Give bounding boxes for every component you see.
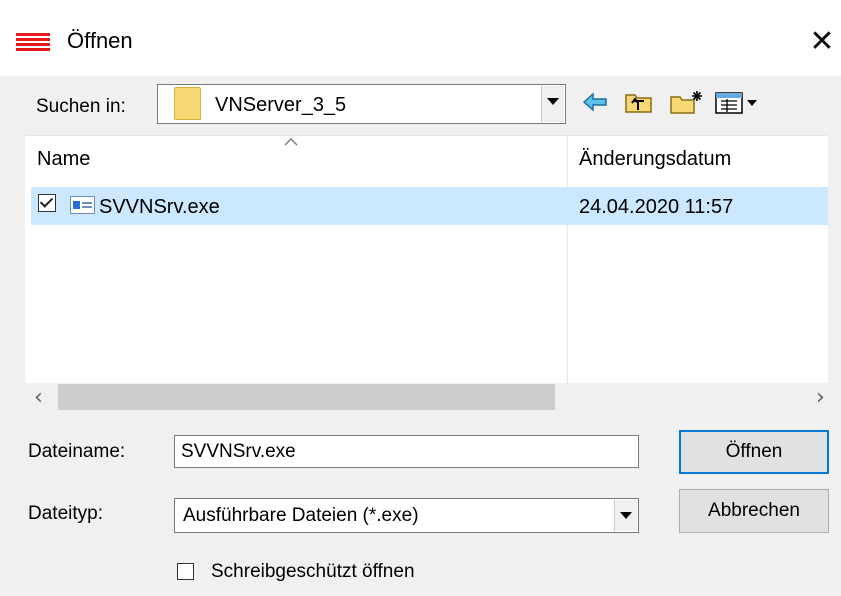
chevron-down-icon[interactable] [614, 500, 637, 531]
view-menu-icon[interactable] [712, 87, 764, 117]
readonly-label[interactable]: Schreibgeschützt öffnen [211, 561, 415, 583]
folder-up-icon[interactable] [622, 87, 656, 117]
file-name-cell[interactable]: SVVNSrv.exe [99, 196, 220, 219]
scroll-right-icon[interactable]: › [816, 385, 825, 410]
scroll-left-icon[interactable]: ‹ [34, 385, 43, 410]
column-header-date[interactable]: Änderungsdatum [579, 148, 731, 171]
file-date-cell: 24.04.2020 11:57 [579, 196, 734, 218]
open-button[interactable]: Öffnen [679, 430, 829, 474]
row-checkbox[interactable] [38, 194, 56, 212]
cancel-button[interactable]: Abbrechen [679, 489, 829, 533]
app-logo-icon [16, 33, 50, 51]
scrollbar-thumb[interactable] [58, 384, 555, 410]
executable-file-icon [70, 196, 95, 214]
folder-icon [174, 87, 201, 120]
filetype-value: Ausführbare Dateien (*.exe) [183, 505, 419, 526]
look-in-label: Suchen in: [36, 96, 126, 117]
readonly-checkbox[interactable] [177, 563, 194, 580]
filename-label: Dateiname: [28, 441, 126, 462]
new-folder-icon[interactable] [668, 87, 706, 117]
filename-field[interactable]: SVVNSrv.exe [174, 435, 639, 468]
column-header-name[interactable]: Name [37, 148, 90, 171]
title-bar: Öffnen ✕ [0, 0, 841, 76]
window-title: Öffnen [67, 28, 133, 53]
sort-caret-icon [284, 138, 298, 146]
filename-value: SVVNSrv.exe [181, 441, 296, 462]
column-divider [567, 135, 568, 383]
filetype-label: Dateityp: [28, 503, 103, 524]
arrow-left-icon[interactable] [580, 87, 610, 117]
chevron-down-icon[interactable] [541, 86, 564, 122]
look-in-value: VNServer_3_5 [215, 94, 347, 116]
file-list[interactable] [25, 135, 828, 384]
close-button[interactable]: ✕ [802, 22, 841, 62]
open-file-dialog: Öffnen ✕ Suchen in: VNServer_3_5 Name Än… [0, 0, 841, 596]
filetype-dropdown[interactable]: Ausführbare Dateien (*.exe) [174, 498, 639, 533]
